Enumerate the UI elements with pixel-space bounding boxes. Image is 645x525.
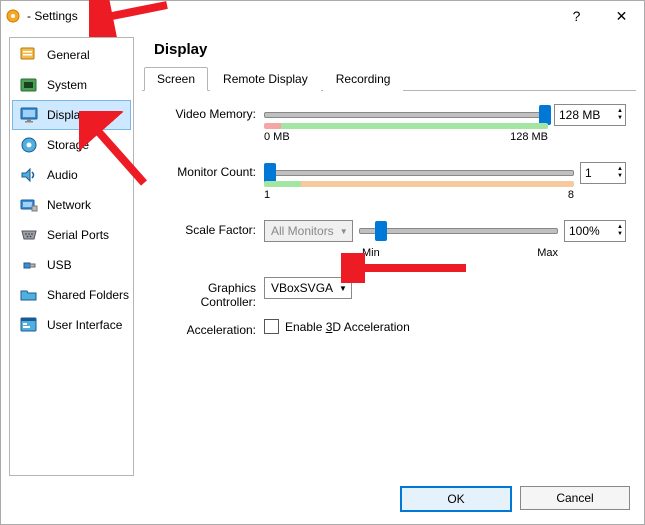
- sidebar-item-label: User Interface: [47, 318, 122, 332]
- footer: OK Cancel: [1, 476, 644, 524]
- shared-folders-icon: [19, 285, 39, 305]
- label-scale-factor: Scale Factor:: [152, 219, 264, 237]
- titlebar: - Settings ? ✕: [1, 1, 644, 31]
- row-acceleration: Acceleration: Enable 3D Acceleration: [152, 319, 626, 337]
- chevron-down-icon: ▼: [340, 227, 348, 236]
- network-icon: [19, 195, 39, 215]
- sidebar-item-label: Storage: [47, 138, 89, 152]
- sidebar-item-audio[interactable]: Audio: [12, 160, 131, 190]
- tabpage-screen: Video Memory: 128 MB ▲▼: [142, 91, 636, 365]
- spin-scale-factor-value: 100%: [569, 224, 600, 238]
- combo-graphics-controller-value: VBoxSVGA: [271, 281, 333, 295]
- spin-video-memory-value: 128 MB: [559, 108, 600, 122]
- label-video-memory: Video Memory:: [152, 103, 264, 121]
- checkbox-box-icon: [264, 319, 279, 334]
- sidebar-item-label: System: [47, 78, 87, 92]
- combo-graphics-controller[interactable]: VBoxSVGA ▼: [264, 277, 352, 299]
- serial-ports-icon: [19, 225, 39, 245]
- audio-icon: [19, 165, 39, 185]
- checkbox-label: Enable 3D Acceleration: [285, 320, 410, 334]
- label-monitor-count-min: 1: [264, 189, 270, 201]
- sidebar-item-label: Serial Ports: [47, 228, 109, 242]
- sidebar-item-storage[interactable]: Storage: [12, 130, 131, 160]
- row-graphics-controller: Graphics Controller: VBoxSVGA ▼: [152, 277, 626, 309]
- spin-monitor-count-value: 1: [585, 166, 592, 180]
- window-title: - Settings: [27, 9, 554, 23]
- chevron-down-icon: ▼: [339, 284, 347, 293]
- sidebar-item-usb[interactable]: USB: [12, 250, 131, 280]
- label-video-memory-min: 0 MB: [264, 131, 290, 143]
- scale-monitor-combo-value: All Monitors: [271, 224, 334, 238]
- tab-screen[interactable]: Screen: [144, 67, 208, 91]
- user-interface-icon: [19, 315, 39, 335]
- label-scale-max: Max: [537, 247, 558, 259]
- row-monitor-count: Monitor Count: 1 ▲▼: [152, 161, 626, 201]
- spin-scale-factor[interactable]: 100% ▲▼: [564, 220, 626, 242]
- display-icon: [19, 105, 39, 125]
- page-title: Display: [142, 37, 636, 66]
- row-video-memory: Video Memory: 128 MB ▲▼: [152, 103, 626, 143]
- sidebar-item-label: USB: [47, 258, 72, 272]
- slider-video-memory[interactable]: [264, 103, 548, 127]
- sidebar-item-system[interactable]: System: [12, 70, 131, 100]
- label-monitor-count: Monitor Count:: [152, 161, 264, 179]
- close-button[interactable]: ✕: [599, 1, 644, 31]
- scale-monitor-combo[interactable]: All Monitors ▼: [264, 220, 353, 242]
- sidebar-item-user-interface[interactable]: User Interface: [12, 310, 131, 340]
- label-acceleration: Acceleration:: [152, 319, 264, 337]
- spin-monitor-count[interactable]: 1 ▲▼: [580, 162, 626, 184]
- sidebar: General System Display Storage: [9, 37, 134, 476]
- tab-recording[interactable]: Recording: [323, 67, 404, 91]
- sidebar-item-label: General: [47, 48, 90, 62]
- sidebar-item-general[interactable]: General: [12, 40, 131, 70]
- general-icon: [19, 45, 39, 65]
- sidebar-item-network[interactable]: Network: [12, 190, 131, 220]
- label-video-memory-max: 128 MB: [510, 131, 548, 143]
- slider-monitor-count[interactable]: [264, 161, 574, 185]
- checkbox-enable-3d[interactable]: Enable 3D Acceleration: [264, 319, 410, 334]
- label-monitor-count-max: 8: [568, 189, 574, 201]
- label-scale-min: Min: [362, 247, 380, 259]
- spin-buttons-icon[interactable]: ▲▼: [617, 108, 623, 122]
- spin-buttons-icon[interactable]: ▲▼: [617, 166, 623, 180]
- main-content: Display Screen Remote Display Recording …: [142, 37, 636, 476]
- app-icon: [5, 8, 21, 24]
- sidebar-item-serial-ports[interactable]: Serial Ports: [12, 220, 131, 250]
- body: General System Display Storage: [1, 31, 644, 476]
- ok-button[interactable]: OK: [400, 486, 512, 512]
- help-button[interactable]: ?: [554, 1, 599, 31]
- label-graphics-controller: Graphics Controller:: [152, 277, 264, 309]
- sidebar-item-label: Shared Folders: [47, 288, 129, 302]
- sidebar-item-label: Audio: [47, 168, 78, 182]
- storage-icon: [19, 135, 39, 155]
- sidebar-item-label: Network: [47, 198, 91, 212]
- tab-bar: Screen Remote Display Recording: [142, 66, 636, 91]
- sidebar-item-display[interactable]: Display: [12, 100, 131, 130]
- slider-scale-factor[interactable]: [359, 219, 558, 243]
- tab-remote-display[interactable]: Remote Display: [210, 67, 321, 91]
- spin-buttons-icon[interactable]: ▲▼: [617, 224, 623, 238]
- cancel-button[interactable]: Cancel: [520, 486, 630, 510]
- row-scale-factor: Scale Factor: All Monitors ▼: [152, 219, 626, 259]
- system-icon: [19, 75, 39, 95]
- settings-window: - Settings ? ✕ General System: [0, 0, 645, 525]
- spin-video-memory[interactable]: 128 MB ▲▼: [554, 104, 626, 126]
- sidebar-item-label: Display: [47, 108, 86, 122]
- usb-icon: [19, 255, 39, 275]
- sidebar-item-shared-folders[interactable]: Shared Folders: [12, 280, 131, 310]
